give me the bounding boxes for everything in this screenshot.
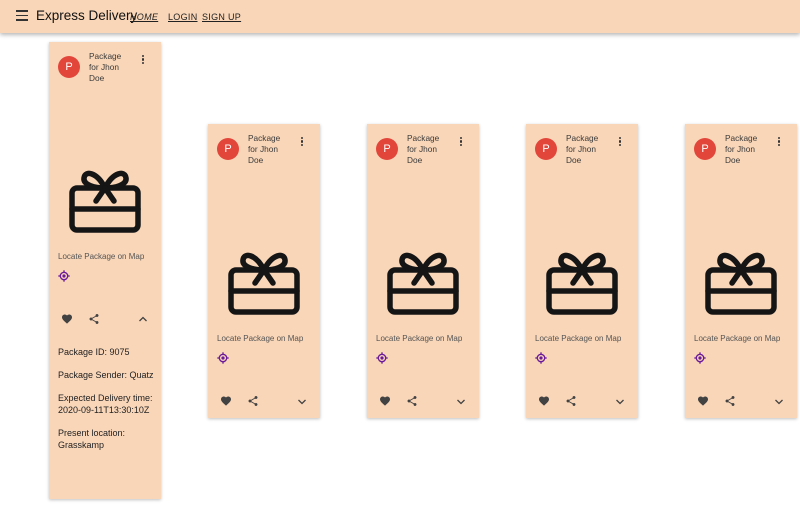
package-card: P Package for Jhon Doe Locate Package on…	[526, 124, 638, 418]
more-vert-icon[interactable]	[138, 55, 148, 69]
present-location: Present location: Grasskamp	[58, 428, 126, 450]
package-details: Package ID: 9075 Package Sender: Quatz E…	[58, 346, 154, 462]
gift-icon	[546, 252, 618, 315]
package-card: P Package for Jhon Doe Locate Package on…	[208, 124, 320, 418]
nav-home-link[interactable]: HOME	[130, 12, 158, 22]
avatar: P	[376, 138, 398, 160]
share-icon[interactable]	[247, 395, 259, 407]
gps-target-icon[interactable]	[217, 352, 229, 364]
chevron-up-icon[interactable]	[138, 315, 148, 323]
heart-icon[interactable]	[697, 395, 709, 407]
chevron-down-icon[interactable]	[456, 398, 466, 406]
heart-icon[interactable]	[538, 395, 550, 407]
nav-signup-link[interactable]: SIGN UP	[202, 12, 241, 22]
avatar: P	[217, 138, 239, 160]
avatar: P	[58, 56, 80, 78]
nav-login-link[interactable]: LOGIN	[168, 12, 198, 22]
locate-package-label: Locate Package on Map	[694, 334, 781, 343]
package-id: Package ID: 9075	[58, 347, 130, 357]
card-title: Package for Jhon Doe	[89, 51, 122, 83]
avatar: P	[694, 138, 716, 160]
gift-icon	[705, 252, 777, 315]
more-vert-icon[interactable]	[615, 137, 625, 151]
more-vert-icon[interactable]	[456, 137, 466, 151]
package-sender: Package Sender: Quatz	[58, 370, 154, 380]
share-icon[interactable]	[406, 395, 418, 407]
package-card: P Package for Jhon Doe Locate Package on…	[367, 124, 479, 418]
card-title: Package for Jhon Doe	[407, 133, 440, 165]
heart-icon[interactable]	[379, 395, 391, 407]
card-title: Package for Jhon Doe	[248, 133, 281, 165]
more-vert-icon[interactable]	[774, 137, 784, 151]
gps-target-icon[interactable]	[58, 270, 70, 282]
locate-package-label: Locate Package on Map	[58, 252, 145, 261]
gps-target-icon[interactable]	[694, 352, 706, 364]
expected-delivery: Expected Delivery time: 2020-09-11T13:30…	[58, 393, 153, 415]
gps-target-icon[interactable]	[535, 352, 547, 364]
heart-icon[interactable]	[220, 395, 232, 407]
gift-icon	[69, 170, 141, 233]
share-icon[interactable]	[88, 313, 100, 325]
chevron-down-icon[interactable]	[297, 398, 307, 406]
package-card: P Package for Jhon Doe Locate Package on…	[685, 124, 797, 418]
package-card: P Package for Jhon Doe Locate Package on…	[49, 42, 161, 499]
app-title: Express Delivery	[36, 8, 138, 23]
app-bar: Express Delivery HOME LOGIN SIGN UP	[0, 0, 800, 33]
chevron-down-icon[interactable]	[615, 398, 625, 406]
card-title: Package for Jhon Doe	[566, 133, 599, 165]
locate-package-label: Locate Package on Map	[376, 334, 463, 343]
avatar: P	[535, 138, 557, 160]
share-icon[interactable]	[565, 395, 577, 407]
gift-icon	[387, 252, 459, 315]
locate-package-label: Locate Package on Map	[535, 334, 622, 343]
share-icon[interactable]	[724, 395, 736, 407]
gps-target-icon[interactable]	[376, 352, 388, 364]
locate-package-label: Locate Package on Map	[217, 334, 304, 343]
more-vert-icon[interactable]	[297, 137, 307, 151]
gift-icon	[228, 252, 300, 315]
heart-icon[interactable]	[61, 313, 73, 325]
hamburger-menu-icon[interactable]	[15, 10, 29, 22]
chevron-down-icon[interactable]	[774, 398, 784, 406]
card-title: Package for Jhon Doe	[725, 133, 758, 165]
